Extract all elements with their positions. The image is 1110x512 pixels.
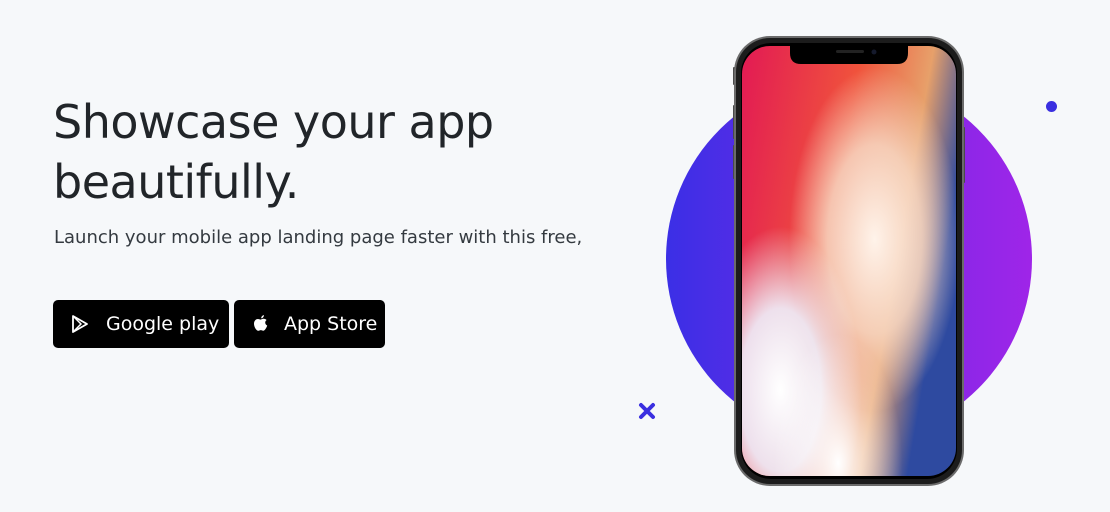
google-play-icon — [69, 313, 91, 335]
hero-section: Showcase your app beautifully. Launch yo… — [0, 0, 1110, 512]
app-store-label: App Store — [284, 313, 378, 335]
headline-line-1: Showcase your app — [53, 95, 494, 149]
decorative-dot — [1046, 101, 1057, 112]
phone-mockup — [733, 36, 965, 486]
apple-icon — [250, 313, 272, 335]
app-store-button[interactable]: App Store — [234, 300, 385, 348]
google-play-button[interactable]: Google play — [53, 300, 229, 348]
headline-line-2: beautifully. — [53, 155, 299, 209]
decorative-cross-icon — [639, 403, 655, 419]
google-play-label: Google play — [106, 313, 220, 335]
hero-subtext: Launch your mobile app landing page fast… — [54, 227, 583, 248]
hero-headline: Showcase your app beautifully. — [53, 92, 613, 212]
